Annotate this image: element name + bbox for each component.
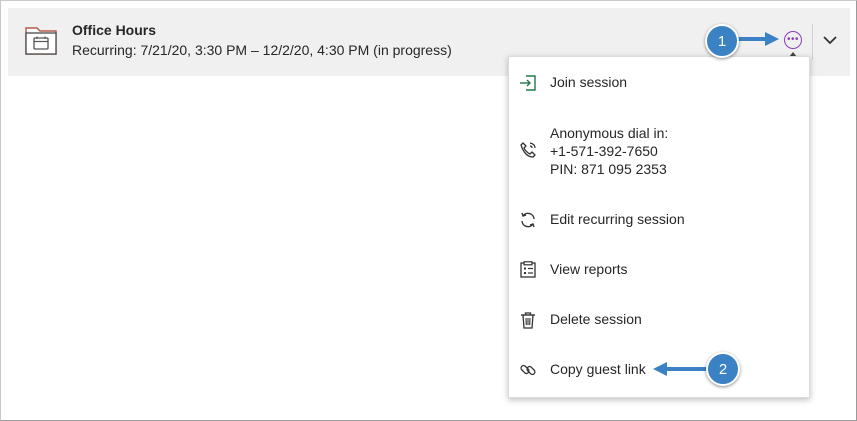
link-icon	[520, 364, 536, 376]
dial-in-pin: PIN: 871 095 2353	[550, 161, 667, 177]
trash-icon	[521, 312, 535, 329]
join-icon	[520, 75, 536, 91]
session-schedule: Recurring: 7/21/20, 3:30 PM – 12/2/20, 4…	[72, 42, 452, 58]
dial-in-heading: Anonymous dial in:	[550, 125, 669, 141]
menu-item-view-reports[interactable]: View reports	[509, 250, 809, 290]
row-divider	[812, 24, 813, 60]
phone-icon	[520, 142, 536, 158]
session-title: Office Hours	[72, 22, 157, 38]
dial-in-number: +1-571-392-7650	[550, 143, 658, 159]
menu-item-label: Delete session	[550, 311, 642, 327]
callout-badge-1: 1	[705, 24, 739, 58]
menu-item-join-session[interactable]: Join session	[509, 63, 809, 103]
calendar-folder-icon	[25, 27, 57, 55]
callout-badge-2: 2	[706, 352, 740, 386]
dial-in-text: Anonymous dial in: +1-571-392-7650 PIN: …	[550, 124, 668, 178]
ellipsis-icon: •••	[786, 34, 799, 45]
recurring-icon	[521, 212, 535, 228]
callout-arrow-2	[653, 362, 713, 376]
chevron-down-icon[interactable]	[822, 32, 838, 48]
menu-item-label: Join session	[550, 74, 628, 90]
session-options-menu: Join session Anonymous dial in: +1-571-3…	[508, 56, 810, 398]
menu-item-edit-recurring[interactable]: Edit recurring session	[509, 200, 809, 240]
menu-item-label: Edit recurring session	[550, 211, 685, 227]
report-icon	[520, 261, 536, 278]
window-frame: Office Hours Recurring: 7/21/20, 3:30 PM…	[0, 0, 857, 421]
menu-item-delete-session[interactable]: Delete session	[509, 300, 809, 340]
menu-item-dial-in[interactable]: Anonymous dial in: +1-571-392-7650 PIN: …	[509, 117, 809, 187]
menu-item-label: Copy guest link	[550, 361, 646, 377]
more-options-button[interactable]: •••	[784, 31, 802, 49]
menu-item-label: View reports	[550, 261, 628, 277]
